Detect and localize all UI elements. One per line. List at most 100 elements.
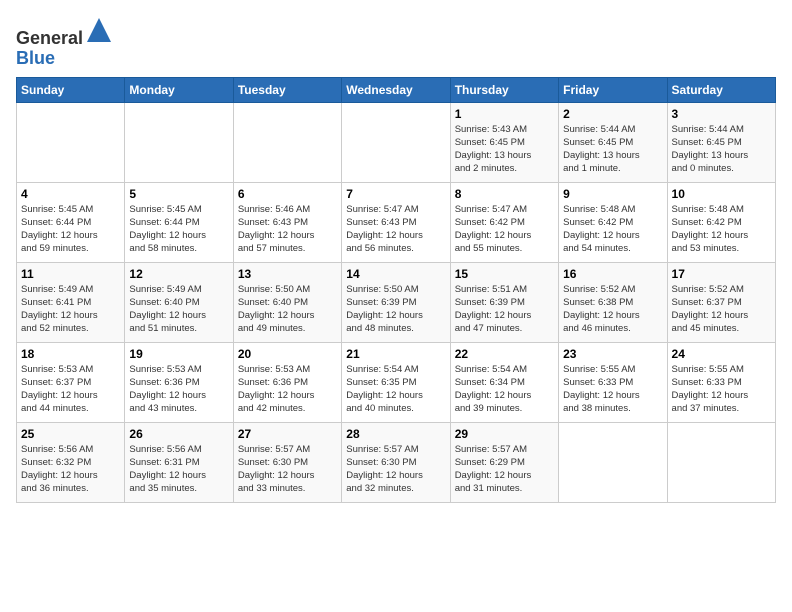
day-number: 23 [563,347,662,361]
day-cell: 18Sunrise: 5:53 AM Sunset: 6:37 PM Dayli… [17,342,125,422]
day-cell: 22 Sunrise: 5:54 AM Sunset: 6:34 PM Dayli… [450,342,558,422]
header-cell-friday: Friday [559,77,667,102]
day-number: 19 [129,347,228,361]
header-cell-sunday: Sunday [17,77,125,102]
page-header: General Blue [16,16,776,69]
header-cell-thursday: Thursday [450,77,558,102]
day-number: 16 [563,267,662,281]
day-number: 14 [346,267,445,281]
day-info: Sunrise: 5:57 AM Sunset: 6:30 PM Dayligh… [238,443,337,496]
logo-icon [85,16,113,44]
day-info: Sunrise: 5:55 AM Sunset: 6:33 PM Dayligh… [563,363,662,416]
day-cell: 3Sunrise: 5:44 AM Sunset: 6:45 PM Daylig… [667,102,775,182]
day-info: Sunrise: 5:43 AM Sunset: 6:45 PM Dayligh… [455,123,554,176]
day-info: Sunrise: 5:50 AM Sunset: 6:39 PM Dayligh… [346,283,445,336]
header-cell-tuesday: Tuesday [233,77,341,102]
day-number: 29 [455,427,554,441]
day-cell: 2 Sunrise: 5:44 AM Sunset: 6:45 PM Daylig… [559,102,667,182]
day-info: Sunrise: 5:44 AM Sunset: 6:45 PM Dayligh… [563,123,662,176]
day-number: 10 [672,187,771,201]
day-number: 18 [21,347,120,361]
day-number: 6 [238,187,337,201]
day-cell [233,102,341,182]
day-cell: 13Sunrise: 5:50 AM Sunset: 6:40 PM Dayli… [233,262,341,342]
day-cell: 8 Sunrise: 5:47 AM Sunset: 6:42 PM Daylig… [450,182,558,262]
day-number: 17 [672,267,771,281]
day-info: Sunrise: 5:52 AM Sunset: 6:37 PM Dayligh… [672,283,771,336]
day-number: 26 [129,427,228,441]
day-cell: 19 Sunrise: 5:53 AM Sunset: 6:36 PM Dayli… [125,342,233,422]
header-cell-wednesday: Wednesday [342,77,450,102]
day-cell: 10 Sunrise: 5:48 AM Sunset: 6:42 PM Dayli… [667,182,775,262]
day-info: Sunrise: 5:54 AM Sunset: 6:34 PM Dayligh… [455,363,554,416]
logo-blue: Blue [16,48,55,68]
day-cell: 12 Sunrise: 5:49 AM Sunset: 6:40 PM Dayli… [125,262,233,342]
week-row-1: 4Sunrise: 5:45 AM Sunset: 6:44 PM Daylig… [17,182,776,262]
day-number: 25 [21,427,120,441]
day-cell [125,102,233,182]
week-row-4: 25 Sunrise: 5:56 AM Sunset: 6:32 PM Dayli… [17,422,776,502]
day-cell: 16 Sunrise: 5:52 AM Sunset: 6:38 PM Dayli… [559,262,667,342]
day-number: 20 [238,347,337,361]
logo-blue-text: Blue [16,49,113,69]
day-cell: 26 Sunrise: 5:56 AM Sunset: 6:31 PM Dayli… [125,422,233,502]
day-cell: 6 Sunrise: 5:46 AM Sunset: 6:43 PM Daylig… [233,182,341,262]
day-cell: 15 Sunrise: 5:51 AM Sunset: 6:39 PM Dayli… [450,262,558,342]
day-info: Sunrise: 5:53 AM Sunset: 6:36 PM Dayligh… [129,363,228,416]
day-cell: 1 Sunrise: 5:43 AM Sunset: 6:45 PM Daylig… [450,102,558,182]
day-number: 12 [129,267,228,281]
day-info: Sunrise: 5:56 AM Sunset: 6:32 PM Dayligh… [21,443,120,496]
day-number: 8 [455,187,554,201]
day-number: 24 [672,347,771,361]
day-info: Sunrise: 5:48 AM Sunset: 6:42 PM Dayligh… [672,203,771,256]
day-cell: 23 Sunrise: 5:55 AM Sunset: 6:33 PM Dayli… [559,342,667,422]
day-number: 21 [346,347,445,361]
day-cell [667,422,775,502]
day-number: 2 [563,107,662,121]
day-info: Sunrise: 5:51 AM Sunset: 6:39 PM Dayligh… [455,283,554,336]
calendar-header: SundayMondayTuesdayWednesdayThursdayFrid… [17,77,776,102]
day-info: Sunrise: 5:46 AM Sunset: 6:43 PM Dayligh… [238,203,337,256]
day-number: 5 [129,187,228,201]
day-cell: 21 Sunrise: 5:54 AM Sunset: 6:35 PM Dayli… [342,342,450,422]
day-number: 15 [455,267,554,281]
logo-text: General [16,16,113,49]
day-cell: 7 Sunrise: 5:47 AM Sunset: 6:43 PM Daylig… [342,182,450,262]
day-info: Sunrise: 5:49 AM Sunset: 6:41 PM Dayligh… [21,283,120,336]
day-cell [342,102,450,182]
day-info: Sunrise: 5:52 AM Sunset: 6:38 PM Dayligh… [563,283,662,336]
logo: General Blue [16,16,113,69]
week-row-2: 11Sunrise: 5:49 AM Sunset: 6:41 PM Dayli… [17,262,776,342]
day-info: Sunrise: 5:54 AM Sunset: 6:35 PM Dayligh… [346,363,445,416]
header-row: SundayMondayTuesdayWednesdayThursdayFrid… [17,77,776,102]
day-info: Sunrise: 5:47 AM Sunset: 6:43 PM Dayligh… [346,203,445,256]
day-cell: 29Sunrise: 5:57 AM Sunset: 6:29 PM Dayli… [450,422,558,502]
day-info: Sunrise: 5:44 AM Sunset: 6:45 PM Dayligh… [672,123,771,176]
day-info: Sunrise: 5:49 AM Sunset: 6:40 PM Dayligh… [129,283,228,336]
day-cell [559,422,667,502]
day-cell: 9Sunrise: 5:48 AM Sunset: 6:42 PM Daylig… [559,182,667,262]
day-info: Sunrise: 5:48 AM Sunset: 6:42 PM Dayligh… [563,203,662,256]
day-number: 22 [455,347,554,361]
logo-general: General [16,28,83,48]
header-cell-monday: Monday [125,77,233,102]
day-cell: 28Sunrise: 5:57 AM Sunset: 6:30 PM Dayli… [342,422,450,502]
day-cell: 17 Sunrise: 5:52 AM Sunset: 6:37 PM Dayli… [667,262,775,342]
week-row-0: 1 Sunrise: 5:43 AM Sunset: 6:45 PM Daylig… [17,102,776,182]
day-cell [17,102,125,182]
day-info: Sunrise: 5:50 AM Sunset: 6:40 PM Dayligh… [238,283,337,336]
day-info: Sunrise: 5:55 AM Sunset: 6:33 PM Dayligh… [672,363,771,416]
day-info: Sunrise: 5:47 AM Sunset: 6:42 PM Dayligh… [455,203,554,256]
day-info: Sunrise: 5:53 AM Sunset: 6:36 PM Dayligh… [238,363,337,416]
day-info: Sunrise: 5:57 AM Sunset: 6:30 PM Dayligh… [346,443,445,496]
day-number: 7 [346,187,445,201]
day-cell: 24 Sunrise: 5:55 AM Sunset: 6:33 PM Dayli… [667,342,775,422]
day-cell: 11Sunrise: 5:49 AM Sunset: 6:41 PM Dayli… [17,262,125,342]
header-cell-saturday: Saturday [667,77,775,102]
day-cell: 4Sunrise: 5:45 AM Sunset: 6:44 PM Daylig… [17,182,125,262]
calendar-body: 1 Sunrise: 5:43 AM Sunset: 6:45 PM Daylig… [17,102,776,502]
day-info: Sunrise: 5:45 AM Sunset: 6:44 PM Dayligh… [21,203,120,256]
day-number: 1 [455,107,554,121]
day-info: Sunrise: 5:56 AM Sunset: 6:31 PM Dayligh… [129,443,228,496]
day-cell: 14 Sunrise: 5:50 AM Sunset: 6:39 PM Dayli… [342,262,450,342]
